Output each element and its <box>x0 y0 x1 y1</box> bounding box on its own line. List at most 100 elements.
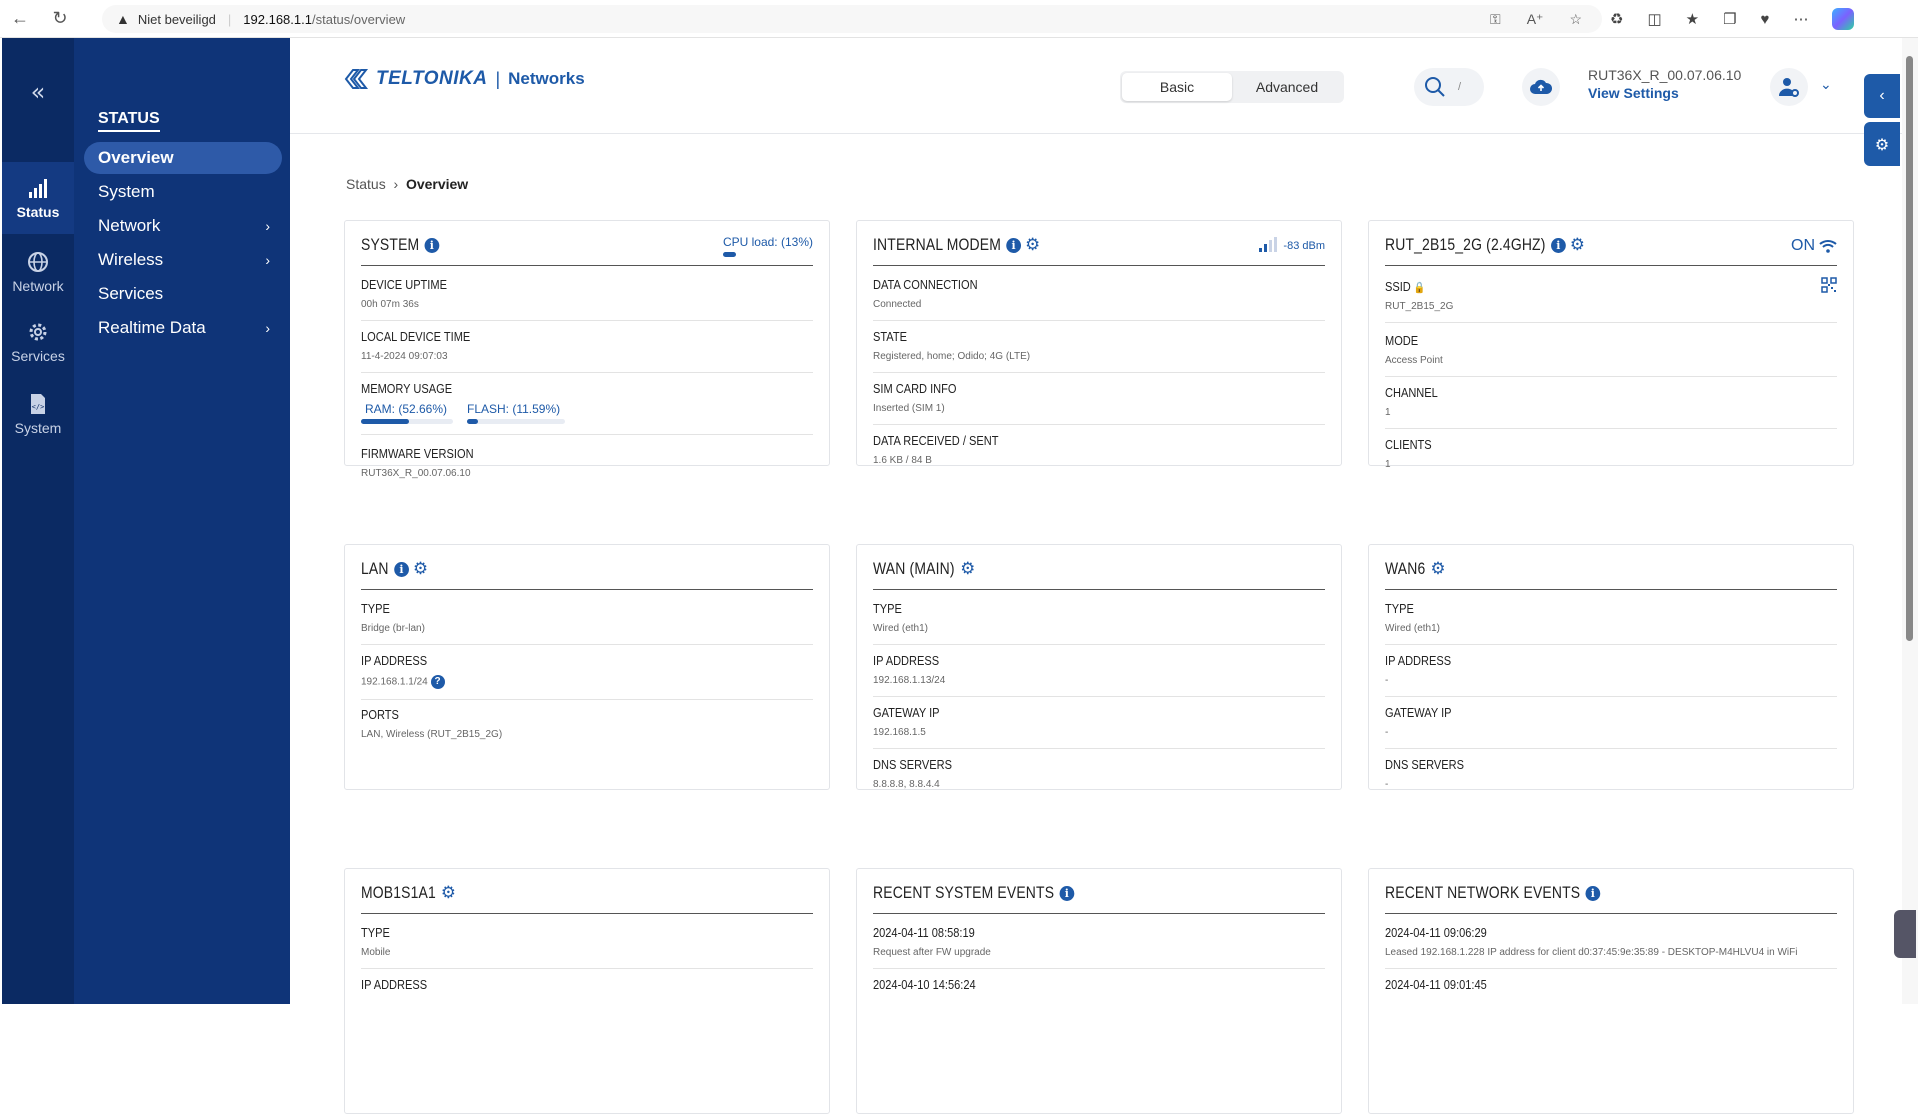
field-divider <box>361 320 813 321</box>
field-divider <box>1385 376 1837 377</box>
gear-icon[interactable]: ⚙ <box>413 559 428 579</box>
rail-item-status[interactable]: Status <box>2 162 74 234</box>
more-icon[interactable]: ⋯ <box>1793 10 1808 28</box>
search-button[interactable]: / <box>1414 68 1484 106</box>
menu-item-wireless[interactable]: Wireless › <box>84 244 282 276</box>
side-tabs: ‹ ⚙ <box>1864 74 1900 170</box>
field-ip-address: IP ADDRESS 192.168.1.13/24 <box>873 653 1325 697</box>
firmware-info: RUT36X_R_00.07.06.10 View Settings <box>1588 67 1741 101</box>
edge-panel-handle[interactable] <box>1894 910 1916 958</box>
menu-item-realtime-data[interactable]: Realtime Data › <box>84 312 282 344</box>
gear-icon[interactable]: ⚙ <box>960 559 975 579</box>
url-path: /status/overview <box>311 11 406 27</box>
brand-suffix: Networks <box>508 69 585 88</box>
menu-item-network[interactable]: Network › <box>84 210 282 242</box>
gear-icon[interactable]: ⚙ <box>1025 235 1040 255</box>
field-label: PORTS <box>361 707 399 722</box>
extensions-icon[interactable]: ♻ <box>1610 10 1623 28</box>
teltonika-logo[interactable]: TELTONIKA | Networks <box>344 68 585 90</box>
breadcrumb-parent[interactable]: Status <box>346 176 386 192</box>
copilot-icon[interactable] <box>1832 8 1855 30</box>
memory-bars: RAM: (52.66%) FLASH: (11.59%) <box>361 402 813 424</box>
card-title: SYSTEM i <box>361 235 440 255</box>
key-icon[interactable]: ⚿ <box>1490 11 1501 28</box>
rail-item-network[interactable]: Network <box>2 250 74 294</box>
collections-icon[interactable]: ❐ <box>1723 10 1736 28</box>
wifi-status[interactable]: ON <box>1791 237 1837 255</box>
card-title: RUT_2B15_2G (2.4GHZ) i ⚙ <box>1385 235 1585 255</box>
menu-item-overview[interactable]: Overview <box>84 142 282 174</box>
menu-item-services[interactable]: Services <box>84 278 282 310</box>
wan6-card: WAN6 ⚙ TYPE Wired (eth1) IP ADDRESS - GATEW… <box>1368 544 1854 790</box>
field-label: IP ADDRESS <box>361 977 428 992</box>
event-item: 2024-04-11 09:01:45 <box>1385 977 1837 992</box>
split-screen-icon[interactable]: ◫ <box>1647 10 1661 28</box>
expand-panel-button[interactable]: ‹ <box>1864 74 1900 118</box>
mode-advanced-button[interactable]: Advanced <box>1232 73 1342 101</box>
gear-icon[interactable]: ⚙ <box>1431 559 1446 579</box>
field-divider <box>1385 644 1837 645</box>
collapse-sidebar-icon[interactable]: « <box>2 78 74 106</box>
field-divider <box>361 434 813 435</box>
field-divider <box>873 424 1325 425</box>
field-value: Inserted (SIM 1) <box>873 403 945 414</box>
lan-card: LAN i ⚙ TYPE Bridge (br-lan) IP ADDRESS 192.… <box>344 544 830 790</box>
field-divider <box>361 644 813 645</box>
info-icon[interactable]: i <box>393 561 409 577</box>
field-value: LAN, Wireless (RUT_2B15_2G) <box>361 729 503 740</box>
main-content: TELTONIKA | Networks Basic Advanced / RU… <box>290 38 1902 1114</box>
cpu-load-text: CPU load: (13%) <box>722 235 813 249</box>
event-time: 2024-04-11 09:01:45 <box>1385 977 1487 992</box>
field-label: FIRMWARE VERSION <box>361 446 474 461</box>
favorite-star-icon[interactable]: ☆ <box>1569 11 1582 28</box>
flash-usage[interactable]: FLASH: (11.59%) <box>467 402 565 424</box>
favorites-icon[interactable]: ★ <box>1686 10 1699 28</box>
chevron-down-icon[interactable]: ⌄ <box>1820 76 1832 93</box>
card-title: RECENT NETWORK EVENTS i <box>1385 883 1601 903</box>
reload-icon[interactable]: ↻ <box>40 0 80 38</box>
help-icon[interactable]: ? <box>430 675 445 689</box>
event-time: 2024-04-11 08:58:19 <box>873 925 975 940</box>
signal-dbm: -83 dBm <box>1283 240 1325 252</box>
health-icon[interactable]: ♥ <box>1761 11 1770 28</box>
field-local-device-time: LOCAL DEVICE TIME 11-4-2024 09:07:03 <box>361 329 813 373</box>
info-icon[interactable]: i <box>1550 237 1566 253</box>
field-divider <box>1385 748 1837 749</box>
field-label: TYPE <box>361 925 390 940</box>
ram-usage[interactable]: RAM: (52.66%) <box>361 402 453 424</box>
field-value: - <box>1385 779 1389 790</box>
settings-panel-button[interactable]: ⚙ <box>1864 122 1900 166</box>
rail-item-system[interactable]: </> System <box>2 392 74 436</box>
scrollbar-thumb[interactable] <box>1906 56 1913 641</box>
field-type: TYPE Mobile <box>361 925 813 969</box>
firmware-cloud-button[interactable] <box>1522 68 1560 106</box>
card-title-text: MOB1S1A1 <box>361 883 436 902</box>
menu-item-system[interactable]: System <box>84 176 282 208</box>
field-value: RUT_2B15_2G <box>1385 301 1454 312</box>
rail-label-services: Services <box>11 348 65 364</box>
gear-icon[interactable]: ⚙ <box>441 883 456 903</box>
user-menu-button[interactable] <box>1770 68 1808 106</box>
field-value: Wired (eth1) <box>873 623 929 634</box>
cpu-load[interactable]: CPU load: (13%) <box>722 235 813 257</box>
info-icon[interactable]: i <box>1585 885 1601 901</box>
rail-item-services[interactable]: Services <box>2 320 74 364</box>
logo-divider: | <box>495 68 501 89</box>
event-item: 2024-04-11 09:06:29 Leased 192.168.1.228 … <box>1385 925 1837 969</box>
mode-basic-button[interactable]: Basic <box>1122 73 1232 101</box>
info-icon[interactable]: i <box>1059 885 1075 901</box>
field-divider <box>361 372 813 373</box>
gear-icon[interactable]: ⚙ <box>1570 235 1585 255</box>
rail-label-network: Network <box>12 278 64 294</box>
read-aloud-icon[interactable]: A⁺ <box>1527 11 1544 28</box>
info-icon[interactable]: i <box>1006 237 1022 253</box>
address-bar[interactable]: ▲ Niet beveiligd | 192.168.1.1/status/ov… <box>102 5 1602 33</box>
back-icon[interactable]: ← <box>0 0 40 38</box>
flash-text: FLASH: (11.59%) <box>467 402 561 416</box>
field-ports: PORTS LAN, Wireless (RUT_2B15_2G) <box>361 707 813 740</box>
info-icon[interactable]: i <box>424 237 440 253</box>
user-settings-icon <box>1778 78 1799 97</box>
card-title-text: SYSTEM <box>361 235 420 254</box>
gear-icon: ⚙ <box>1874 134 1890 154</box>
view-settings-link[interactable]: View Settings <box>1588 85 1741 101</box>
